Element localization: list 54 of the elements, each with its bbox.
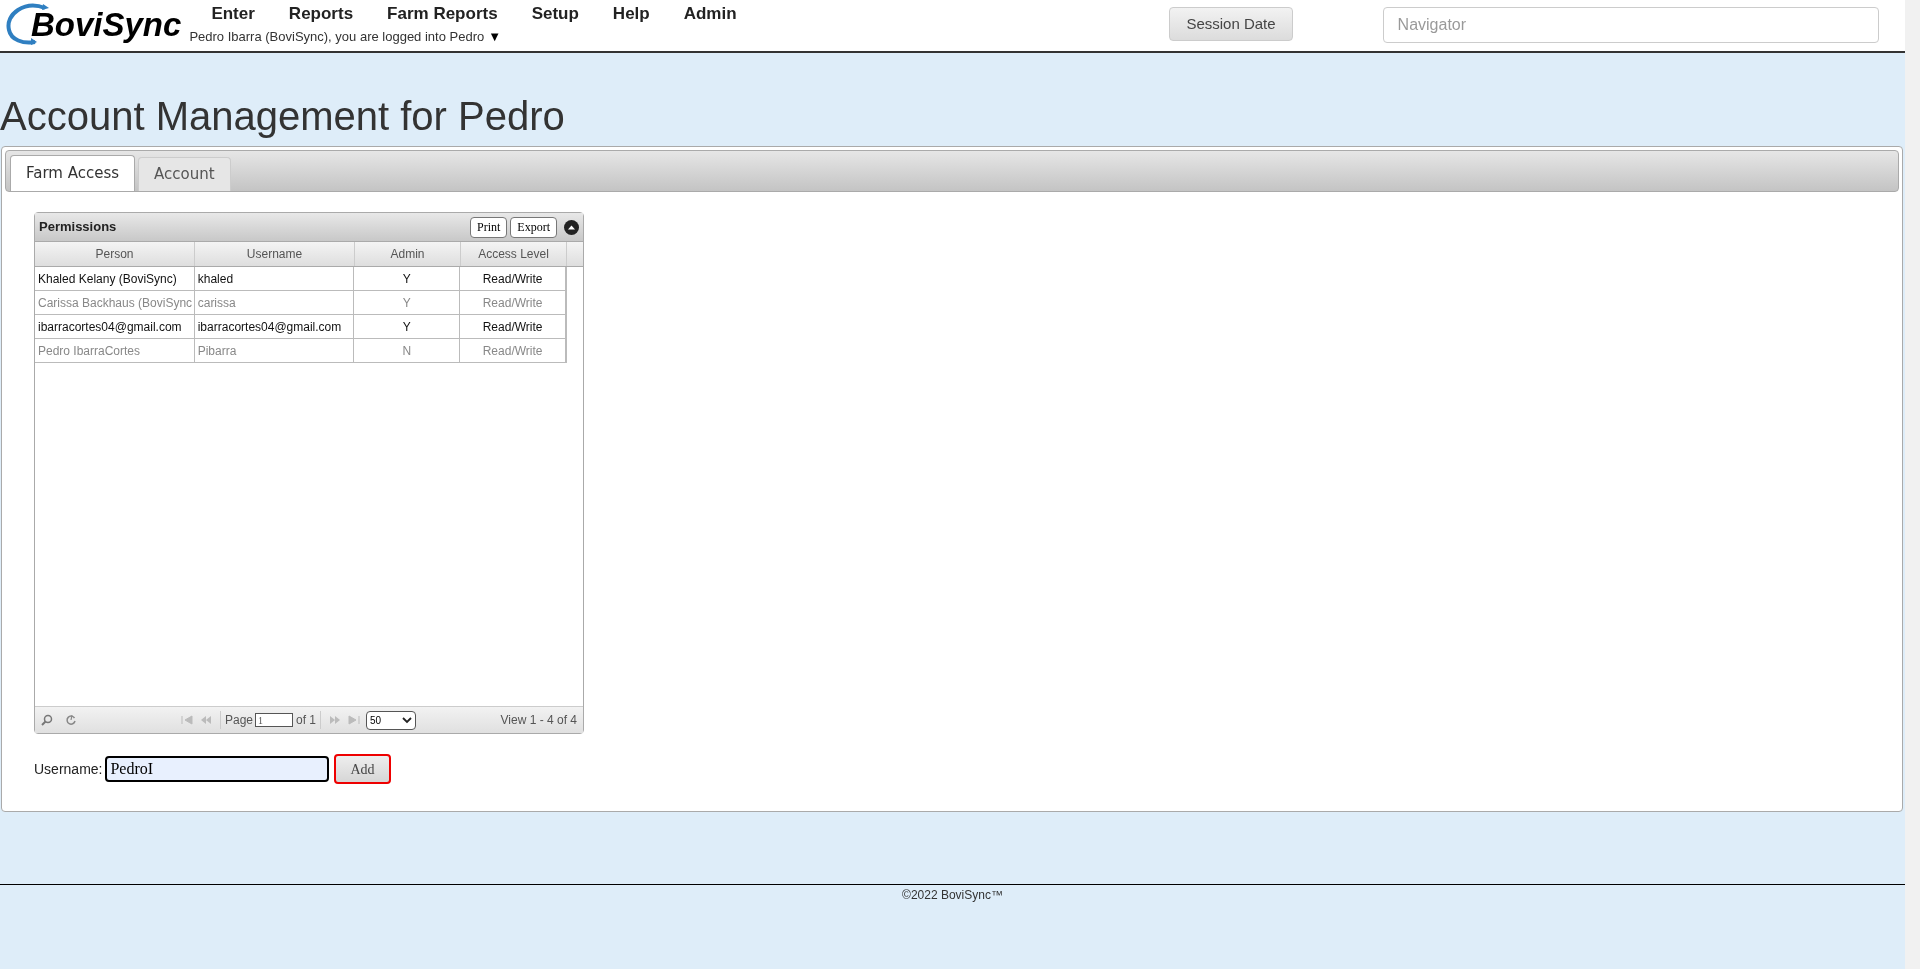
menu-item[interactable]: Farm Reports [387, 2, 498, 26]
table-cell: Read/Write [460, 315, 566, 338]
menu-item[interactable]: Reports [288, 2, 354, 26]
page-label: Page [220, 711, 254, 729]
dropdown-caret-icon[interactable]: ▼ [488, 29, 502, 45]
table-cell: Y [354, 291, 461, 314]
column-header[interactable]: Admin [355, 242, 461, 266]
navigator-field[interactable]: Navigator [1382, 7, 1879, 43]
menu-item[interactable]: Enter [211, 2, 255, 26]
table-cell: Pibarra [194, 339, 355, 362]
collapse-icon[interactable] [564, 219, 579, 235]
table-cell: N [354, 339, 461, 362]
login-status-text: Pedro Ibarra (BoviSync), you are logged into Pedro [189, 29, 485, 45]
table-cell: Read/Write [460, 267, 566, 290]
table-cell: ibarracortes04@gmail.com [35, 315, 195, 338]
menu-item[interactable]: Admin [683, 2, 737, 26]
table-cell: Y [354, 315, 461, 338]
table-cell: carissa [194, 291, 355, 314]
username-label: Username: [34, 759, 103, 779]
table-cell: Read/Write [460, 339, 566, 362]
column-header[interactable]: Access Level [461, 242, 567, 266]
page-title: Account Management for Pedro [0, 96, 566, 136]
copyright-text: ©2022 BoviSync™ [902, 887, 1003, 904]
record-count-text: View 1 - 4 of 4 [500, 712, 577, 729]
first-page-icon[interactable] [181, 715, 193, 725]
refresh-icon[interactable] [65, 714, 77, 726]
table-cell: Khaled Kelany (BoviSync) [35, 267, 195, 290]
add-button[interactable]: Add [334, 754, 391, 784]
grid-toolbar-button[interactable]: Print [470, 216, 508, 238]
page-number-field[interactable]: 1 [255, 713, 294, 727]
page-count-text: of 1 [296, 711, 322, 729]
grid-toolbar-button[interactable]: Export [510, 216, 557, 238]
page-size-select[interactable]: 50 [366, 710, 417, 730]
menu-item[interactable]: Setup [531, 2, 579, 26]
table-cell: ibarracortes04@gmail.com [194, 315, 355, 338]
table-cell: Read/Write [460, 291, 566, 314]
username-field[interactable]: PedroI [105, 756, 330, 782]
chevron-down-icon [402, 716, 413, 724]
next-page-icon[interactable] [329, 715, 342, 725]
tab[interactable]: Account [138, 157, 231, 191]
logo[interactable]: BoviSync [5, 2, 188, 47]
previous-page-icon[interactable] [200, 715, 212, 725]
table-cell: Carissa Backhaus (BoviSync [35, 291, 195, 314]
search-icon[interactable] [41, 714, 53, 726]
grid-title: Permissions [39, 218, 117, 237]
menu-item[interactable]: Help [612, 2, 650, 26]
tab[interactable]: Farm Access [10, 155, 136, 191]
table-cell: Pedro IbarraCortes [35, 339, 195, 362]
session-date-button[interactable]: Session Date [1169, 7, 1293, 41]
column-header[interactable]: Person [35, 242, 195, 266]
last-page-icon[interactable] [348, 715, 361, 725]
column-header[interactable]: Username [195, 242, 355, 266]
table-cell: khaled [194, 267, 355, 290]
table-cell: Y [354, 267, 461, 290]
